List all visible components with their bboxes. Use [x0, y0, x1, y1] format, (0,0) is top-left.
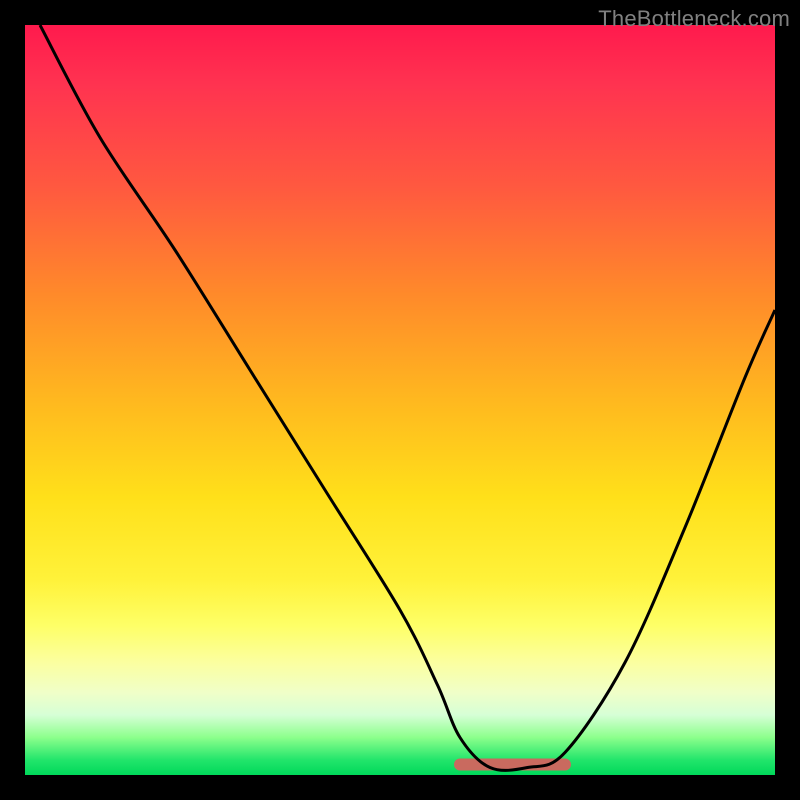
watermark-text: TheBottleneck.com	[598, 6, 790, 32]
curve-layer	[25, 25, 775, 775]
chart-frame: TheBottleneck.com	[0, 0, 800, 800]
bottleneck-curve	[40, 25, 775, 770]
plot-area	[25, 25, 775, 775]
